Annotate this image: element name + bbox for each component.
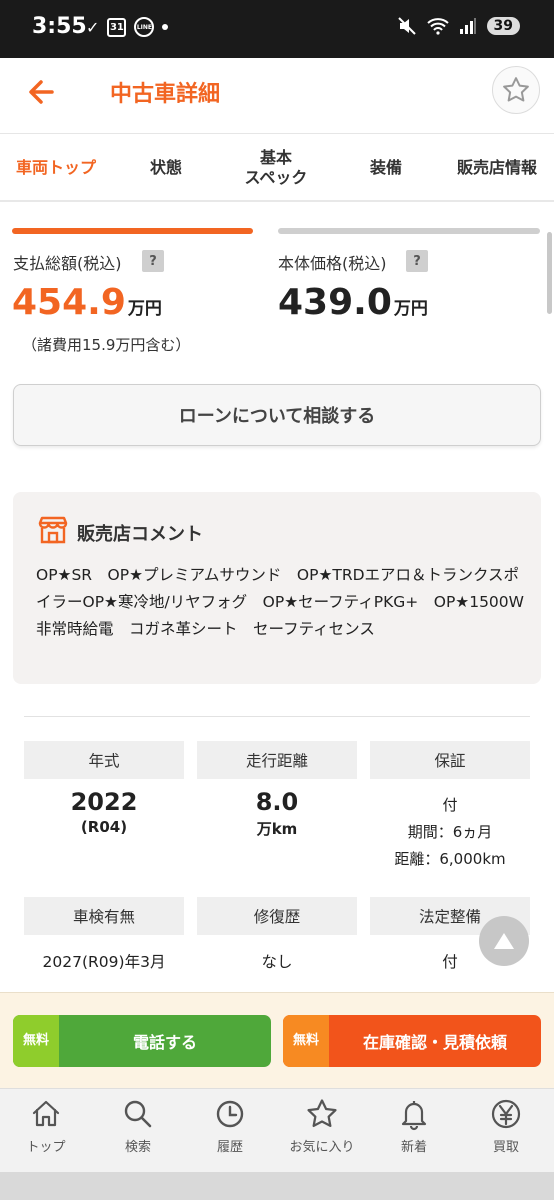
section-divider <box>24 716 530 717</box>
tab-basic-spec[interactable]: 基本 スペック <box>220 134 332 202</box>
clock-icon <box>216 1100 244 1128</box>
tab-dealer-info[interactable]: 販売店情報 <box>440 134 554 202</box>
spec-warranty-value: 付 期間：6ヵ月 距離：6,000km <box>394 796 506 868</box>
dealer-comment-title: 販売店コメント <box>77 524 203 545</box>
spec-warranty-label: 保証 <box>370 741 530 779</box>
nav-search[interactable]: 検索 <box>92 1097 184 1155</box>
tab-equipment[interactable]: 装備 <box>332 134 440 202</box>
nav-history[interactable]: 履歴 <box>184 1097 276 1155</box>
star-outline-icon <box>503 77 529 102</box>
search-icon <box>124 1100 152 1128</box>
app-header: 中古車詳細 <box>0 58 554 134</box>
total-price-label: 支払総額(税込) <box>13 254 122 273</box>
check-icon: ✓ <box>86 17 100 37</box>
line-app-icon: LINE <box>134 17 155 37</box>
fees-note: （諸費用15.9万円含む） <box>22 336 191 354</box>
total-price-unit: 万円 <box>127 299 162 319</box>
spec-inspection-label: 車検有無 <box>24 897 184 935</box>
home-icon <box>32 1100 60 1127</box>
body-price: 439.0 万円 <box>278 282 428 323</box>
body-price-label: 本体価格(税込) <box>278 254 387 273</box>
tab-basic-spec-label: 基本 スペック <box>244 148 308 187</box>
tab-condition[interactable]: 状態 <box>112 134 220 202</box>
status-time: 3:55 <box>32 14 87 39</box>
inquiry-button[interactable]: 無料 在庫確認・見積依頼 <box>283 1015 541 1067</box>
call-button[interactable]: 無料 電話する <box>13 1015 271 1067</box>
signal-icon <box>459 18 476 34</box>
nav-new-arrivals[interactable]: 新着 <box>368 1097 460 1155</box>
nav-purchase[interactable]: 買取 <box>460 1097 552 1155</box>
nav-favorites[interactable]: お気に入り <box>276 1097 368 1155</box>
spec-repair-value: なし <box>261 953 293 971</box>
bell-icon <box>401 1101 427 1131</box>
status-bar: 3:55 ✓ 31 LINE 39 <box>0 0 554 58</box>
more-notifications-icon <box>162 24 169 30</box>
scroll-to-top-button[interactable] <box>479 916 529 966</box>
spec-mileage-value: 8.0 万km <box>255 788 299 838</box>
tab-bar: 車両トップ 状態 基本 スペック 装備 販売店情報 <box>0 134 554 202</box>
body-price-indicator <box>278 228 540 234</box>
spec-year-value: 2022 (R04) <box>70 788 138 836</box>
total-price-indicator <box>12 228 253 234</box>
arrow-left-icon <box>29 80 54 104</box>
notification-icons: ✓ 31 LINE <box>86 17 169 37</box>
inquiry-free-badge: 無料 <box>283 1015 329 1067</box>
scrollbar[interactable] <box>547 232 552 314</box>
favorite-button[interactable] <box>492 66 540 114</box>
system-icons: 39 <box>397 16 520 36</box>
total-price: 454.9 万円 <box>12 282 162 323</box>
call-free-badge: 無料 <box>13 1015 59 1067</box>
back-button[interactable] <box>24 72 64 112</box>
system-gesture-area <box>0 1172 554 1200</box>
battery-indicator: 39 <box>486 17 520 35</box>
spec-repair-label: 修復歴 <box>197 897 357 935</box>
calendar-icon: 31 <box>107 17 127 37</box>
mute-icon <box>397 17 416 35</box>
contact-action-bar: 無料 電話する 無料 在庫確認・見積依頼 <box>0 992 554 1088</box>
inquiry-button-label: 在庫確認・見積依頼 <box>362 1033 507 1052</box>
call-button-label: 電話する <box>132 1033 197 1052</box>
body-price-help-button[interactable]: ? <box>406 250 428 272</box>
nav-top[interactable]: トップ <box>0 1097 92 1155</box>
dealer-comment-box: 販売店コメント OP★SR OP★プレミアムサウンド OP★TRDエアロ＆トラン… <box>13 492 541 684</box>
star-icon <box>307 1099 337 1128</box>
dealer-comment-text: OP★SR OP★プレミアムサウンド OP★TRDエアロ＆トランクスポイラーOP… <box>36 566 524 638</box>
loan-consult-button[interactable]: ローンについて相談する <box>13 384 541 446</box>
wifi-icon <box>426 18 449 35</box>
shop-icon <box>38 516 68 544</box>
spec-mileage-label: 走行距離 <box>197 741 357 779</box>
triangle-up-icon <box>494 933 514 949</box>
body-price-unit: 万円 <box>393 299 428 319</box>
spec-year-label: 年式 <box>24 741 184 779</box>
bottom-navigation: トップ 検索 履歴 お気に入り 新着 買取 <box>0 1088 554 1172</box>
page-title: 中古車詳細 <box>110 82 221 107</box>
total-price-help-button[interactable]: ? <box>142 250 164 272</box>
total-price-value: 454.9 <box>12 282 126 323</box>
tab-vehicle-top[interactable]: 車両トップ <box>0 134 112 202</box>
spec-inspection-value: 2027(R09)年3月 <box>42 953 166 971</box>
yen-icon <box>491 1099 521 1129</box>
body-price-value: 439.0 <box>278 282 392 323</box>
